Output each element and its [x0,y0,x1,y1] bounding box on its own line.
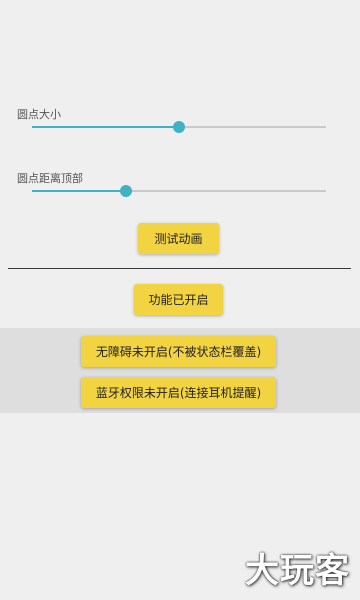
test-animation-button[interactable]: 测试动画 [138,223,219,254]
bluetooth-permission-button[interactable]: 蓝牙权限未开启(连接耳机提醒) [81,377,276,408]
dot-size-slider[interactable] [32,119,326,135]
watermark-logo: 大玩客 [245,551,350,591]
slider-fill [32,126,179,128]
slider-fill [32,190,127,192]
slider-thumb[interactable] [173,121,185,133]
accessibility-permission-button[interactable]: 无障碍未开启(不被状态栏覆盖) [81,336,276,367]
dot-top-distance-slider[interactable] [32,183,326,199]
divider [8,268,351,269]
function-enabled-button[interactable]: 功能已开启 [134,284,223,315]
slider-thumb[interactable] [120,185,133,197]
